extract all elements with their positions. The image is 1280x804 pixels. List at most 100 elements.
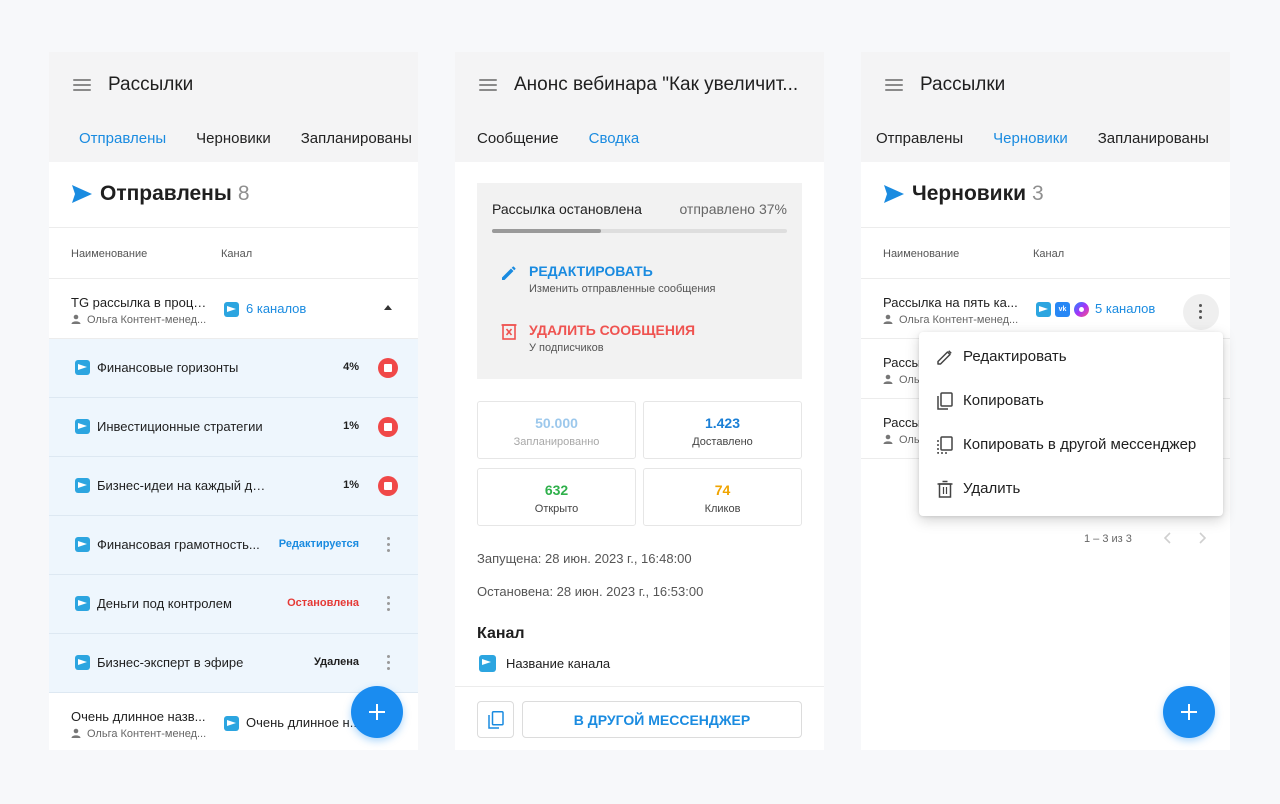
telegram-icon <box>224 716 239 731</box>
tab-sent[interactable]: Отправлены <box>79 130 166 147</box>
menu-icon[interactable] <box>885 79 903 91</box>
context-menu: Редактировать Копировать Копировать в др… <box>919 332 1223 516</box>
section-count: 8 <box>237 182 250 205</box>
list-item[interactable]: Инвестиционные стратегии 1% <box>49 398 418 457</box>
copy-icon <box>937 392 953 410</box>
stopped-time: Остановена: 28 июн. 2023 г., 16:53:00 <box>477 584 704 599</box>
stat-delivered: 1.423 Доставлено <box>643 401 802 459</box>
status-badge: Редактируется <box>278 538 359 550</box>
row-author: Ольга Контент-менед... <box>71 728 211 740</box>
menu-item-edit[interactable]: Редактировать <box>919 335 1223 379</box>
tab-message[interactable]: Сообщение <box>477 130 559 147</box>
sent-list-panel: Рассылки Отправлены Черновики Запланиров… <box>49 52 418 750</box>
menu-item-copy[interactable]: Копировать <box>919 379 1223 423</box>
channel-name: Бизнес-эксперт в эфире <box>97 655 244 670</box>
telegram-icon <box>479 655 496 672</box>
table-row-expanded[interactable]: TG рассылка в проце... Ольга Контент-мен… <box>49 279 418 339</box>
stop-button[interactable] <box>378 417 398 437</box>
add-button[interactable] <box>351 686 403 738</box>
edit-description: Изменить отправленные сообщения <box>529 283 716 295</box>
more-options-icon[interactable] <box>387 537 391 553</box>
row-title: Очень длинное назв... <box>71 709 206 724</box>
channel-name: Финансовые горизонты <box>97 360 239 375</box>
add-button[interactable] <box>1163 686 1215 738</box>
tab-summary[interactable]: Сводка <box>589 130 640 147</box>
column-channel: Канал <box>1033 248 1065 260</box>
channel-name: Название канала <box>506 656 611 671</box>
section-header: Отправлены 8 <box>49 162 418 228</box>
trash-icon <box>937 480 953 498</box>
app-title: Рассылки <box>108 74 194 95</box>
send-icon <box>72 185 92 203</box>
tab-drafts[interactable]: Черновики <box>993 130 1068 147</box>
messenger-icon <box>1074 302 1089 317</box>
copy-button[interactable] <box>477 701 514 738</box>
menu-icon[interactable] <box>479 79 497 91</box>
send-icon <box>884 185 904 203</box>
row-title: Рассылка на пять ка... <box>883 295 1018 310</box>
tab-sent[interactable]: Отправлены <box>876 130 963 147</box>
channels-link[interactable]: 5 каналов <box>1095 301 1155 316</box>
stop-button[interactable] <box>378 358 398 378</box>
app-bar: Рассылки Отправлены Черновики Запланиров… <box>49 52 418 162</box>
more-options-icon[interactable] <box>387 596 391 612</box>
list-item[interactable]: Бизнес-идеи на каждый день 1% <box>49 457 418 516</box>
column-name: Наименование <box>71 248 148 260</box>
more-options-icon <box>1199 304 1203 320</box>
pencil-icon <box>937 350 952 365</box>
telegram-icon <box>1036 302 1051 317</box>
telegram-icon <box>75 596 90 611</box>
status-text: Рассылка остановлена <box>492 201 642 217</box>
next-page-icon[interactable] <box>1199 532 1207 544</box>
person-icon <box>71 728 81 738</box>
other-messenger-button[interactable]: В ДРУГОЙ МЕССЕНДЖЕР <box>522 701 802 738</box>
menu-item-delete[interactable]: Удалить <box>919 467 1223 511</box>
person-icon <box>883 434 893 444</box>
stop-button[interactable] <box>378 476 398 496</box>
column-name: Наименование <box>883 248 960 260</box>
channels-link[interactable]: 6 каналов <box>246 301 306 316</box>
edit-button[interactable]: РЕДАКТИРОВАТЬ <box>529 263 653 279</box>
progress-percent: 4% <box>343 361 359 373</box>
pagination-label: 1 – 3 из 3 <box>1084 533 1132 545</box>
list-item[interactable]: Финансовые горизонты 4% <box>49 339 418 398</box>
tab-scheduled[interactable]: Запланированы <box>1098 130 1209 147</box>
list-item[interactable]: Деньги под контролем Остановлена <box>49 575 418 634</box>
app-bar: Рассылки Отправлены Черновики Запланиров… <box>861 52 1230 162</box>
copy-icon <box>488 711 504 729</box>
person-icon <box>71 314 81 324</box>
collapse-arrow-icon[interactable] <box>384 305 392 310</box>
stat-planned: 50.000 Запланированно <box>477 401 636 459</box>
channel-heading: Канал <box>477 625 525 642</box>
table-row[interactable]: Рассылка на пять ка... Ольга Контент-мен… <box>861 279 1230 339</box>
pencil-icon <box>502 266 516 280</box>
mailing-summary-panel: Анонс вебинара "Как увеличит... Сообщени… <box>455 52 824 750</box>
row-author: Ольга Контент-менед... <box>71 314 211 326</box>
progress-percent: 1% <box>343 420 359 432</box>
more-options-button[interactable] <box>1183 294 1219 330</box>
section-header: Черновики 3 <box>861 162 1230 228</box>
table-header: Наименование Канал <box>861 228 1230 279</box>
stat-clicks: 74 Кликов <box>643 468 802 526</box>
column-channel: Канал <box>221 248 253 260</box>
list-item[interactable]: Финансовая грамотность... Редактируется <box>49 516 418 575</box>
menu-icon[interactable] <box>73 79 91 91</box>
mailing-title: Анонс вебинара "Как увеличит... <box>514 74 799 95</box>
delete-messages-icon <box>501 324 517 340</box>
channel-name: Финансовая грамотность... <box>97 537 260 552</box>
prev-page-icon[interactable] <box>1163 532 1171 544</box>
status-badge: Остановлена <box>287 597 359 609</box>
delete-messages-button[interactable]: УДАЛИТЬ СООБЩЕНИЯ <box>529 322 695 338</box>
channel-name: Деньги под контролем <box>97 596 232 611</box>
menu-item-copy-to-messenger[interactable]: Копировать в другой мессенджер <box>919 423 1223 467</box>
tab-drafts[interactable]: Черновики <box>196 130 271 147</box>
list-item[interactable]: Бизнес-эксперт в эфире Удалена <box>49 634 418 693</box>
telegram-icon <box>75 419 90 434</box>
app-title: Рассылки <box>920 74 1006 95</box>
delete-description: У подписчиков <box>529 342 604 354</box>
more-options-icon[interactable] <box>387 655 391 671</box>
tab-scheduled[interactable]: Запланированы <box>301 130 412 147</box>
stat-opened: 632 Открыто <box>477 468 636 526</box>
channel-name: Очень длинное н... <box>246 715 361 730</box>
launched-time: Запущена: 28 июн. 2023 г., 16:48:00 <box>477 551 692 566</box>
